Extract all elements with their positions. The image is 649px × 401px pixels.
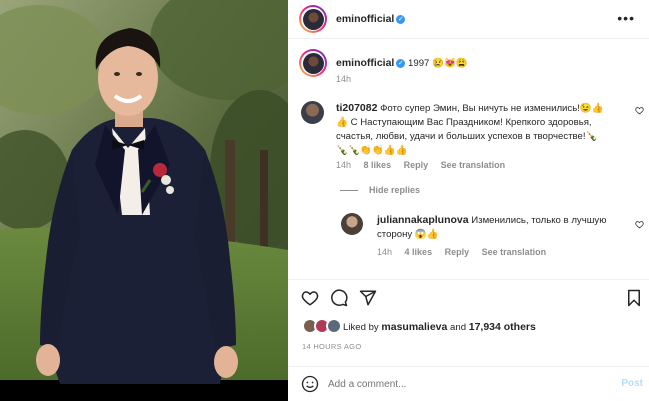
- heart-icon[interactable]: [301, 289, 319, 307]
- post-photo[interactable]: [0, 0, 288, 384]
- comment-likes[interactable]: 8 likes: [364, 160, 392, 170]
- likes-and: and: [450, 322, 467, 333]
- reply-text-line: сторону 😱👍: [377, 229, 439, 240]
- caption-text: 1997 😢😻😩: [408, 58, 468, 69]
- reply-username[interactable]: juliannakaplunova: [377, 214, 469, 226]
- caption-avatar[interactable]: [299, 49, 327, 77]
- comment-text-line: счастья, любви, удачи и больших успехов …: [336, 131, 598, 142]
- hide-replies-button[interactable]: Hide replies: [369, 185, 420, 195]
- comment: ti207082 Фото супер Эмин, Вы ничуть не и…: [336, 101, 626, 158]
- post-header: eminofficial ✓ •••: [288, 0, 649, 39]
- likes-summary: Liked by masumalieva and 17,934 others: [343, 321, 536, 333]
- post-image: [0, 0, 288, 384]
- comment-input[interactable]: [328, 376, 588, 392]
- caption-username[interactable]: eminofficial: [336, 57, 394, 69]
- comment-text-line: 🍾🍾👏👏👍👍: [336, 145, 408, 156]
- reply-meta: 14h 4 likes Reply See translation: [377, 247, 556, 257]
- author-avatar[interactable]: [299, 5, 327, 33]
- likes-count[interactable]: 17,934 others: [469, 321, 536, 333]
- more-icon[interactable]: •••: [617, 10, 635, 26]
- author-username[interactable]: eminofficial: [336, 13, 394, 25]
- reply-comment: juliannakaplunova Изменились, только в л…: [377, 213, 627, 242]
- save-icon[interactable]: [625, 289, 643, 307]
- share-icon[interactable]: [359, 289, 377, 307]
- likes-prefix: Liked by: [343, 322, 379, 333]
- caption-time[interactable]: 14h: [336, 74, 351, 84]
- see-translation-button[interactable]: See translation: [441, 160, 506, 170]
- verified-icon: ✓: [396, 58, 406, 68]
- reply-likes[interactable]: 4 likes: [405, 247, 433, 257]
- heart-icon[interactable]: [635, 220, 644, 229]
- caption: eminofficial ✓ 1997 😢😻😩: [336, 56, 468, 71]
- heart-icon[interactable]: [635, 106, 644, 115]
- post-button[interactable]: Post: [621, 378, 643, 389]
- comment-text-line: Фото супер Эмин, Вы ничуть не изменились…: [380, 103, 604, 114]
- action-bar: [288, 279, 649, 315]
- comment-text-line: 👍 С Наступающим Вас Праздником! Крепкого…: [336, 117, 592, 128]
- reply-avatar[interactable]: [341, 213, 363, 235]
- add-comment-bar: Post: [288, 366, 649, 401]
- divider: [340, 190, 358, 191]
- post-timestamp[interactable]: 14 HOURS AGO: [302, 342, 361, 351]
- comment-meta: 14h 8 likes Reply See translation: [336, 160, 515, 170]
- post-sidebar: eminofficial ✓ ••• eminofficial ✓ 1997 😢😻😩…: [288, 0, 649, 401]
- instagram-post-modal: eminofficial ✓ ••• eminofficial ✓ 1997 😢😻😩…: [0, 0, 649, 401]
- comment-time[interactable]: 14h: [336, 160, 351, 170]
- liker-avatar[interactable]: [326, 318, 342, 334]
- comment-avatar[interactable]: [301, 101, 324, 124]
- comment-icon[interactable]: [330, 289, 348, 307]
- reply-text-line: Изменились, только в лучшую: [471, 215, 607, 226]
- reply-button[interactable]: Reply: [404, 160, 429, 170]
- verified-icon: ✓: [396, 14, 406, 24]
- reply-button[interactable]: Reply: [445, 247, 470, 257]
- reply-time[interactable]: 14h: [377, 247, 392, 257]
- comment-username[interactable]: ti207082: [336, 102, 377, 114]
- see-translation-button[interactable]: See translation: [482, 247, 547, 257]
- liker-username[interactable]: masumalieva: [381, 321, 447, 333]
- emoji-icon[interactable]: [301, 375, 319, 393]
